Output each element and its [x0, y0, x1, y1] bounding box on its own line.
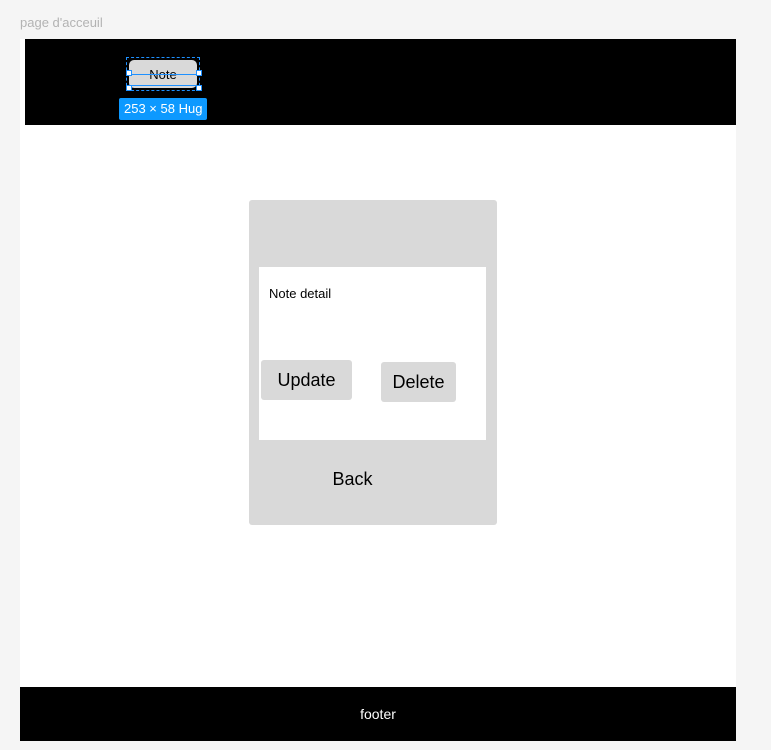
page-frame: Note 253 × 58 Hug Note detail Update Del…: [20, 39, 736, 741]
header-bar: Note 253 × 58 Hug: [25, 39, 736, 125]
back-button[interactable]: Back: [249, 464, 456, 494]
frame-label: page d'acceuil: [20, 15, 103, 30]
selection-size-badge: 253 × 58 Hug: [119, 98, 208, 120]
note-detail-label: Note detail: [269, 286, 332, 301]
resize-handle-right-bottom[interactable]: [196, 85, 202, 91]
footer-label: footer: [360, 706, 396, 722]
resize-handle-left-bottom[interactable]: [126, 85, 132, 91]
selection-outline: [131, 74, 197, 86]
note-selection-box[interactable]: Note: [126, 57, 202, 91]
footer-bar: footer: [20, 687, 736, 741]
note-card: Note detail Update Delete Back: [249, 200, 497, 525]
update-button[interactable]: Update: [261, 360, 352, 400]
note-detail-panel: Note detail Update Delete: [259, 267, 486, 440]
resize-handle-left-top[interactable]: [126, 70, 132, 76]
resize-handle-right-top[interactable]: [196, 70, 202, 76]
delete-button[interactable]: Delete: [381, 362, 456, 402]
